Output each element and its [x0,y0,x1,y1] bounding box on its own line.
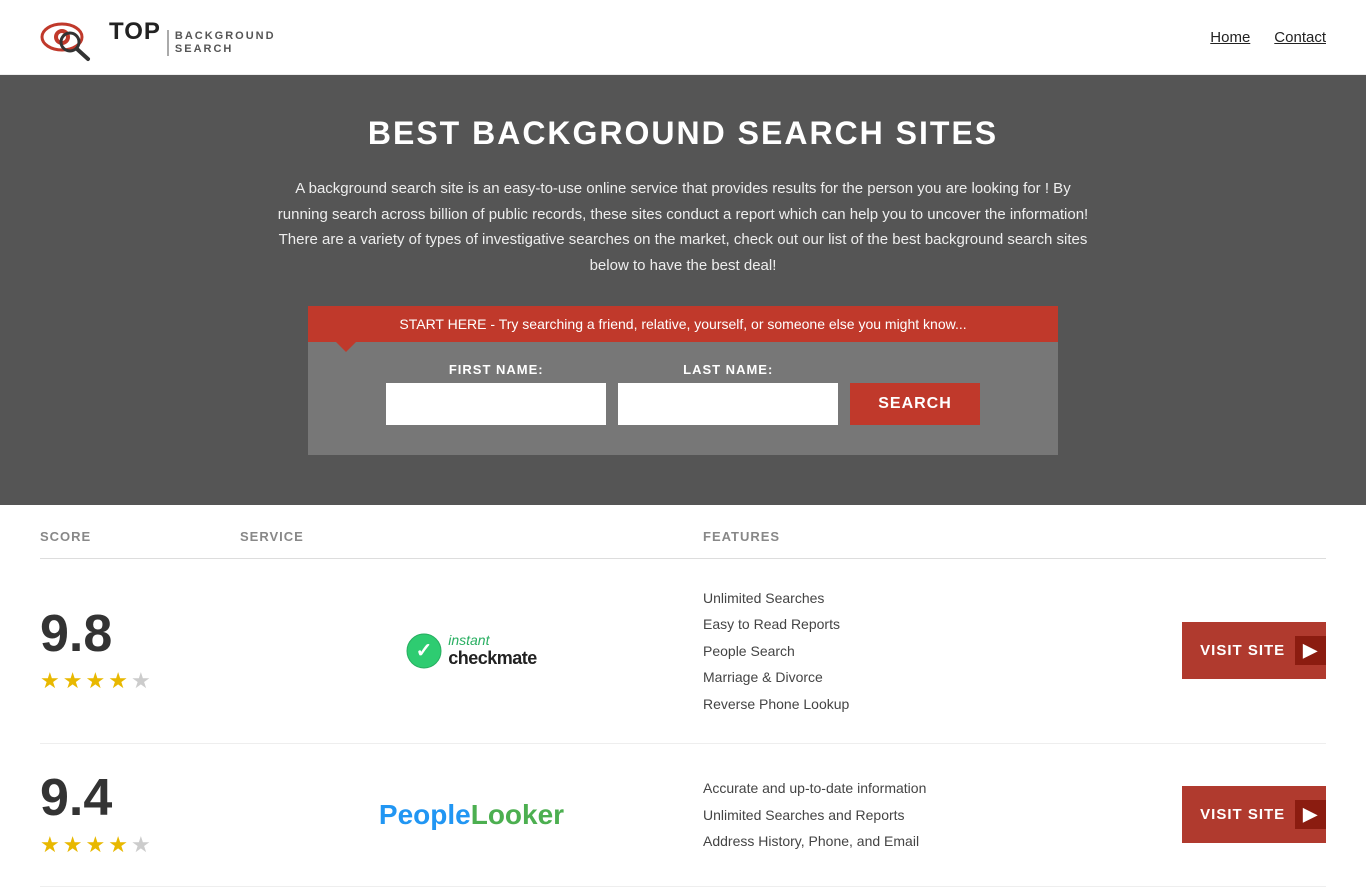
col-score-label: SCORE [40,529,240,544]
star: ★ [63,832,83,858]
visit-col-2: VISIT SITE ▶ [1166,786,1326,843]
star: ★ [40,668,60,694]
main-nav: Home Contact [1210,29,1326,46]
table-header: SCORE SERVICE FEATURES [40,515,1326,559]
nav-contact[interactable]: Contact [1274,29,1326,46]
table-row: 9.4 ★ ★ ★ ★ ★ PeopleLooker Accurate and … [40,744,1326,887]
last-name-group: LAST NAME: [618,362,838,425]
visit-btn-label-1: VISIT SITE [1200,642,1285,659]
score-col-2: 9.4 ★ ★ ★ ★ ★ [40,772,240,858]
star: ★ [108,668,128,694]
score-value-1: 9.8 [40,608,112,660]
logo-icon [40,12,105,62]
feature-item: Unlimited Searches and Reports [703,804,1166,826]
logo-sub2: SEARCH [175,43,276,56]
first-name-label: FIRST NAME: [386,362,606,377]
search-form-section: FIRST NAME: LAST NAME: SEARCH [308,342,1058,455]
stars-2: ★ ★ ★ ★ ★ [40,832,151,858]
visit-arrow-icon: ▶ [1295,800,1326,829]
visit-site-button-2[interactable]: VISIT SITE ▶ [1182,786,1326,843]
last-name-label: LAST NAME: [618,362,838,377]
visit-arrow-icon: ▶ [1295,636,1326,665]
search-banner-text: START HERE - Try searching a friend, rel… [399,316,966,332]
star-empty: ★ [131,668,151,694]
first-name-input[interactable] [386,383,606,425]
col-service-label: SERVICE [240,529,703,544]
star: ★ [85,832,105,858]
nav-home[interactable]: Home [1210,29,1250,46]
visit-btn-label-2: VISIT SITE [1200,806,1285,823]
table-row: 9.8 ★ ★ ★ ★ ★ ✓ instant checkmate [40,559,1326,744]
col-features-label: FEATURES [703,529,1166,544]
peoplelooker-logo: PeopleLooker [379,799,564,831]
first-name-group: FIRST NAME: [386,362,606,425]
search-banner: START HERE - Try searching a friend, rel… [308,306,1058,342]
stars-1: ★ ★ ★ ★ ★ [40,668,151,694]
search-button[interactable]: SEARCH [850,383,980,425]
checkmate-logo: ✓ instant checkmate [406,633,537,669]
feature-item: Marriage & Divorce [703,666,1166,688]
feature-item: Reverse Phone Lookup [703,693,1166,715]
search-form: FIRST NAME: LAST NAME: SEARCH [348,362,1018,425]
hero-section: BEST BACKGROUND SEARCH SITES A backgroun… [0,75,1366,505]
hero-description: A background search site is an easy-to-u… [273,176,1093,278]
results-section: SCORE SERVICE FEATURES 9.8 ★ ★ ★ ★ ★ ✓ [0,515,1366,887]
features-col-2: Accurate and up-to-date information Unli… [703,777,1166,852]
logo: TOP BACKGROUND SEARCH [40,12,276,62]
score-col-1: 9.8 ★ ★ ★ ★ ★ [40,608,240,694]
features-col-1: Unlimited Searches Easy to Read Reports … [703,587,1166,715]
feature-item: Accurate and up-to-date information [703,777,1166,799]
feature-item: Easy to Read Reports [703,613,1166,635]
feature-item: People Search [703,640,1166,662]
service-col-2: PeopleLooker [240,799,703,831]
feature-item: Address History, Phone, and Email [703,830,1166,852]
star-empty: ★ [131,832,151,858]
visit-site-button-1[interactable]: VISIT SITE ▶ [1182,622,1326,679]
col-action-label [1166,529,1326,544]
site-header: TOP BACKGROUND SEARCH Home Contact [0,0,1366,75]
star: ★ [108,832,128,858]
service-col-1: ✓ instant checkmate [240,633,703,669]
star: ★ [85,668,105,694]
star: ★ [63,668,83,694]
visit-col-1: VISIT SITE ▶ [1166,622,1326,679]
last-name-input[interactable] [618,383,838,425]
checkmate-name: instant checkmate [448,633,537,668]
feature-item: Unlimited Searches [703,587,1166,609]
score-value-2: 9.4 [40,772,112,824]
svg-text:✓: ✓ [416,640,433,662]
logo-sub1: BACKGROUND [175,30,276,43]
checkmate-icon: ✓ [406,633,442,669]
page-title: BEST BACKGROUND SEARCH SITES [20,115,1346,152]
star: ★ [40,832,60,858]
logo-top: TOP [109,18,161,46]
